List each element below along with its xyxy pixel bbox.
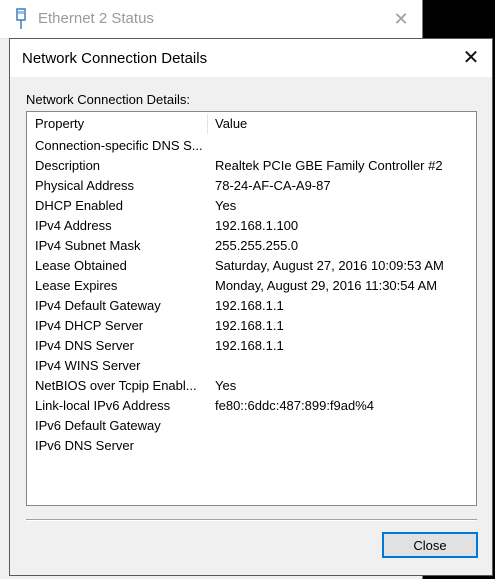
network-connection-details-dialog: Network Connection Details ✕ Network Con… <box>9 38 493 576</box>
property-cell: Lease Expires <box>35 278 118 293</box>
value-cell: fe80::6ddc:487:899:f9ad%4 <box>215 398 375 413</box>
table-row[interactable]: IPv4 DHCP Server 192.168.1.1 <box>27 316 476 336</box>
close-icon[interactable]: ✕ <box>454 43 488 73</box>
column-header-property[interactable]: Property <box>35 112 205 136</box>
property-cell: IPv4 WINS Server <box>35 358 141 373</box>
table-row[interactable]: IPv4 DNS Server 192.168.1.1 <box>27 336 476 356</box>
property-cell: Physical Address <box>35 178 134 193</box>
value-cell: 192.168.1.1 <box>215 298 284 313</box>
value-cell: 255.255.255.0 <box>215 238 299 253</box>
table-row[interactable]: Link-local IPv6 Address fe80::6ddc:487:89… <box>27 396 476 416</box>
value-cell: Monday, August 29, 2016 11:30:54 AM <box>215 278 438 293</box>
table-row[interactable]: Description Realtek PCIe GBE Family Contr… <box>27 156 476 176</box>
value-cell: 192.168.1.1 <box>215 338 284 353</box>
table-row[interactable]: IPv4 WINS Server <box>27 356 476 376</box>
value-cell <box>215 416 473 436</box>
value-cell <box>215 436 473 456</box>
value-cell: 78-24-AF-CA-A9-87 <box>215 178 331 193</box>
dialog-titlebar: Network Connection Details ✕ <box>10 39 492 77</box>
property-cell: Connection-specific DNS S... <box>35 138 203 153</box>
property-cell: Lease Obtained <box>35 258 127 273</box>
network-adapter-icon <box>14 8 28 30</box>
list-rows: Connection-specific DNS S... Description R… <box>27 136 476 456</box>
parent-titlebar: Ethernet 2 Status ✕ <box>0 0 422 39</box>
separator <box>26 519 477 521</box>
table-row[interactable]: Physical Address 78-24-AF-CA-A9-87 <box>27 176 476 196</box>
property-cell: IPv6 Default Gateway <box>35 418 161 433</box>
property-cell: IPv4 DNS Server <box>35 338 134 353</box>
close-button[interactable]: Close <box>382 532 478 558</box>
table-row[interactable]: IPv6 Default Gateway <box>27 416 476 436</box>
property-cell: IPv4 Default Gateway <box>35 298 161 313</box>
value-cell <box>215 136 473 156</box>
property-cell: NetBIOS over Tcpip Enabl... <box>35 378 197 393</box>
list-header: Property Value <box>27 112 476 136</box>
property-cell: IPv6 DNS Server <box>35 438 134 453</box>
parent-window-title: Ethernet 2 Status <box>38 10 154 27</box>
table-row[interactable]: DHCP Enabled Yes <box>27 196 476 216</box>
parent-close-icon[interactable]: ✕ <box>384 6 418 32</box>
value-cell: 192.168.1.100 <box>215 218 299 233</box>
column-divider[interactable] <box>207 114 208 134</box>
property-cell: Link-local IPv6 Address <box>35 398 171 413</box>
property-cell: DHCP Enabled <box>35 198 123 213</box>
value-cell <box>215 356 473 376</box>
table-row[interactable]: IPv4 Subnet Mask 255.255.255.0 <box>27 236 476 256</box>
table-row[interactable]: NetBIOS over Tcpip Enabl... Yes <box>27 376 476 396</box>
details-list[interactable]: Property Value Connection-specific DNS S… <box>26 111 477 506</box>
table-row[interactable]: Connection-specific DNS S... <box>27 136 476 156</box>
dialog-title: Network Connection Details <box>22 50 208 67</box>
property-cell: IPv4 Address <box>35 218 112 233</box>
value-cell: Yes <box>215 378 237 393</box>
property-cell: Description <box>35 158 101 173</box>
table-row[interactable]: IPv6 DNS Server <box>27 436 476 456</box>
value-cell: Realtek PCIe GBE Family Controller #2 <box>215 158 443 173</box>
property-cell: IPv4 Subnet Mask <box>35 238 141 253</box>
column-header-value[interactable]: Value <box>215 112 465 136</box>
table-row[interactable]: Lease Expires Monday, August 29, 2016 11:… <box>27 276 476 296</box>
value-cell: 192.168.1.1 <box>215 318 284 333</box>
details-group-label: Network Connection Details: <box>26 92 191 107</box>
property-cell: IPv4 DHCP Server <box>35 318 144 333</box>
value-cell: Saturday, August 27, 2016 10:09:53 AM <box>215 258 444 273</box>
table-row[interactable]: IPv4 Address 192.168.1.100 <box>27 216 476 236</box>
table-row[interactable]: IPv4 Default Gateway 192.168.1.1 <box>27 296 476 316</box>
table-row[interactable]: Lease Obtained Saturday, August 27, 2016 … <box>27 256 476 276</box>
value-cell: Yes <box>215 198 237 213</box>
